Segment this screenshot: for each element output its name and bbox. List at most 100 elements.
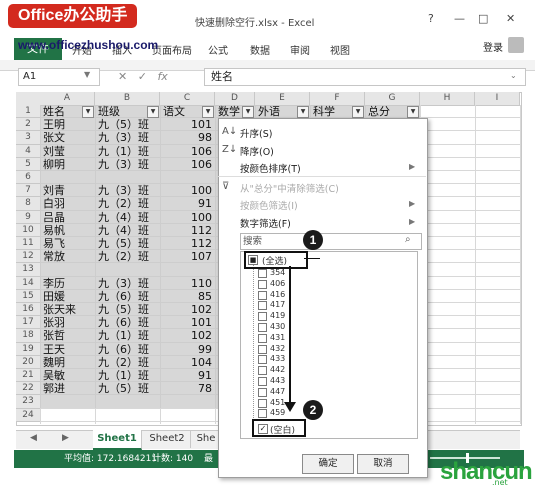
name-cell[interactable]: 李历 bbox=[43, 277, 93, 290]
row-header[interactable]: 13 bbox=[16, 263, 41, 277]
row-header[interactable]: 11 bbox=[16, 237, 41, 251]
sheet-prev-icon[interactable]: ◀ bbox=[30, 433, 37, 443]
filter-dropdown-icon[interactable]: ▼ bbox=[82, 106, 94, 118]
filter-dropdown-icon[interactable]: ▼ bbox=[147, 106, 159, 118]
value-checkbox[interactable] bbox=[258, 269, 267, 278]
tab-review[interactable]: 审阅 bbox=[290, 42, 310, 57]
help-button[interactable]: ? bbox=[428, 12, 434, 25]
menu-sort-descending[interactable]: 降序(O) bbox=[240, 144, 274, 158]
filter-dropdown-icon[interactable]: ▼ bbox=[407, 106, 419, 118]
chinese-score-cell[interactable]: 101 bbox=[160, 316, 212, 329]
name-cell[interactable]: 白羽 bbox=[43, 197, 93, 210]
row-header[interactable]: 6 bbox=[16, 171, 41, 185]
class-cell[interactable]: 九（5）班 bbox=[98, 118, 160, 131]
row-header[interactable]: 16 bbox=[16, 303, 41, 317]
chinese-score-cell[interactable]: 110 bbox=[160, 277, 212, 290]
value-label[interactable]: 451 bbox=[270, 398, 285, 407]
value-label[interactable]: 442 bbox=[270, 365, 285, 374]
tab-view[interactable]: 视图 bbox=[330, 42, 350, 57]
tab-formulas[interactable]: 公式 bbox=[208, 42, 228, 57]
class-cell[interactable]: 九（2）班 bbox=[98, 250, 160, 263]
value-checkbox[interactable] bbox=[258, 290, 267, 300]
minimize-button[interactable]: — bbox=[454, 12, 465, 25]
value-label[interactable]: 406 bbox=[270, 279, 285, 288]
row-header[interactable]: 24 bbox=[16, 408, 41, 422]
chinese-score-cell[interactable]: 100 bbox=[160, 184, 212, 197]
chinese-score-cell[interactable]: 91 bbox=[160, 369, 212, 382]
enter-icon[interactable]: ✓ bbox=[138, 70, 147, 83]
name-cell[interactable]: 王天 bbox=[43, 343, 93, 356]
row-header[interactable]: 21 bbox=[16, 369, 41, 383]
row-header[interactable]: 5 bbox=[16, 157, 41, 171]
chinese-score-cell[interactable]: 102 bbox=[160, 303, 212, 316]
column-header[interactable]: A bbox=[40, 92, 95, 106]
class-cell[interactable]: 九（5）班 bbox=[98, 382, 160, 395]
row-header[interactable]: 19 bbox=[16, 342, 41, 356]
value-checkbox[interactable] bbox=[258, 409, 267, 419]
name-cell[interactable]: 张哲 bbox=[43, 329, 93, 342]
value-checkbox[interactable] bbox=[258, 344, 267, 354]
column-header[interactable]: B bbox=[95, 92, 160, 106]
row-header[interactable]: 2 bbox=[16, 118, 41, 132]
name-cell[interactable]: 田媛 bbox=[43, 290, 93, 303]
class-cell[interactable]: 九（6）班 bbox=[98, 316, 160, 329]
chinese-score-cell[interactable]: 104 bbox=[160, 356, 212, 369]
value-label[interactable]: 443 bbox=[270, 376, 285, 385]
name-cell[interactable]: 郭进 bbox=[43, 382, 93, 395]
column-header[interactable]: G bbox=[365, 92, 420, 106]
chinese-score-cell[interactable]: 99 bbox=[160, 343, 212, 356]
chinese-score-cell[interactable]: 98 bbox=[160, 131, 212, 144]
chinese-score-cell[interactable]: 100 bbox=[160, 211, 212, 224]
value-checkbox[interactable] bbox=[258, 312, 267, 322]
row-header[interactable]: 14 bbox=[16, 276, 41, 290]
chinese-score-cell[interactable]: 102 bbox=[160, 329, 212, 342]
class-cell[interactable]: 九（1）班 bbox=[98, 145, 160, 158]
ok-button[interactable]: 确定 bbox=[302, 454, 354, 474]
row-header[interactable]: 15 bbox=[16, 289, 41, 303]
value-label[interactable]: 430 bbox=[270, 322, 285, 331]
row-header[interactable]: 7 bbox=[16, 184, 41, 198]
value-checkbox[interactable] bbox=[258, 333, 267, 343]
corner-select-all[interactable] bbox=[16, 92, 41, 106]
class-cell[interactable]: 九（1）班 bbox=[98, 369, 160, 382]
name-cell[interactable]: 吕晶 bbox=[43, 211, 93, 224]
value-label[interactable]: 416 bbox=[270, 290, 285, 299]
column-header[interactable]: E bbox=[255, 92, 310, 106]
class-cell[interactable]: 九（4）班 bbox=[98, 224, 160, 237]
chinese-score-cell[interactable]: 101 bbox=[160, 118, 212, 131]
name-cell[interactable]: 张羽 bbox=[43, 316, 93, 329]
value-label[interactable]: 431 bbox=[270, 333, 285, 342]
sheet-tab-sheet3[interactable]: She bbox=[194, 430, 218, 448]
name-cell[interactable]: 魏明 bbox=[43, 356, 93, 369]
row-header[interactable]: 4 bbox=[16, 144, 41, 158]
class-cell[interactable]: 九（2）班 bbox=[98, 356, 160, 369]
row-header[interactable]: 17 bbox=[16, 316, 41, 330]
chinese-score-cell[interactable]: 107 bbox=[160, 250, 212, 263]
value-label[interactable]: 447 bbox=[270, 387, 285, 396]
name-cell[interactable]: 柳明 bbox=[43, 158, 93, 171]
chinese-score-cell[interactable]: 112 bbox=[160, 237, 212, 250]
class-cell[interactable]: 九（3）班 bbox=[98, 131, 160, 144]
filter-dropdown-icon[interactable]: ▼ bbox=[202, 106, 214, 118]
row-header[interactable]: 10 bbox=[16, 223, 41, 237]
sheet-tab-sheet1[interactable]: Sheet1 bbox=[93, 430, 142, 450]
value-checkbox[interactable] bbox=[258, 301, 267, 311]
class-cell[interactable]: 九（6）班 bbox=[98, 343, 160, 356]
formula-input[interactable]: 姓名 bbox=[204, 68, 526, 86]
value-checkbox[interactable] bbox=[258, 398, 267, 408]
name-cell[interactable]: 刘青 bbox=[43, 184, 93, 197]
class-cell[interactable]: 九（4）班 bbox=[98, 211, 160, 224]
value-checkbox[interactable] bbox=[258, 366, 267, 376]
login-link[interactable]: 登录 bbox=[483, 39, 503, 54]
name-cell[interactable]: 易帆 bbox=[43, 224, 93, 237]
name-cell[interactable]: 刘莹 bbox=[43, 145, 93, 158]
name-cell[interactable]: 王明 bbox=[43, 118, 93, 131]
class-cell[interactable]: 九（5）班 bbox=[98, 237, 160, 250]
row-header[interactable]: 1 bbox=[16, 105, 41, 119]
class-cell[interactable]: 九（3）班 bbox=[98, 277, 160, 290]
fx-icon[interactable]: fx bbox=[157, 70, 167, 83]
value-label[interactable]: 432 bbox=[270, 344, 285, 353]
class-cell[interactable]: 九（6）班 bbox=[98, 290, 160, 303]
value-checkbox[interactable] bbox=[258, 377, 267, 386]
filter-dropdown-icon[interactable]: ▼ bbox=[297, 106, 309, 118]
